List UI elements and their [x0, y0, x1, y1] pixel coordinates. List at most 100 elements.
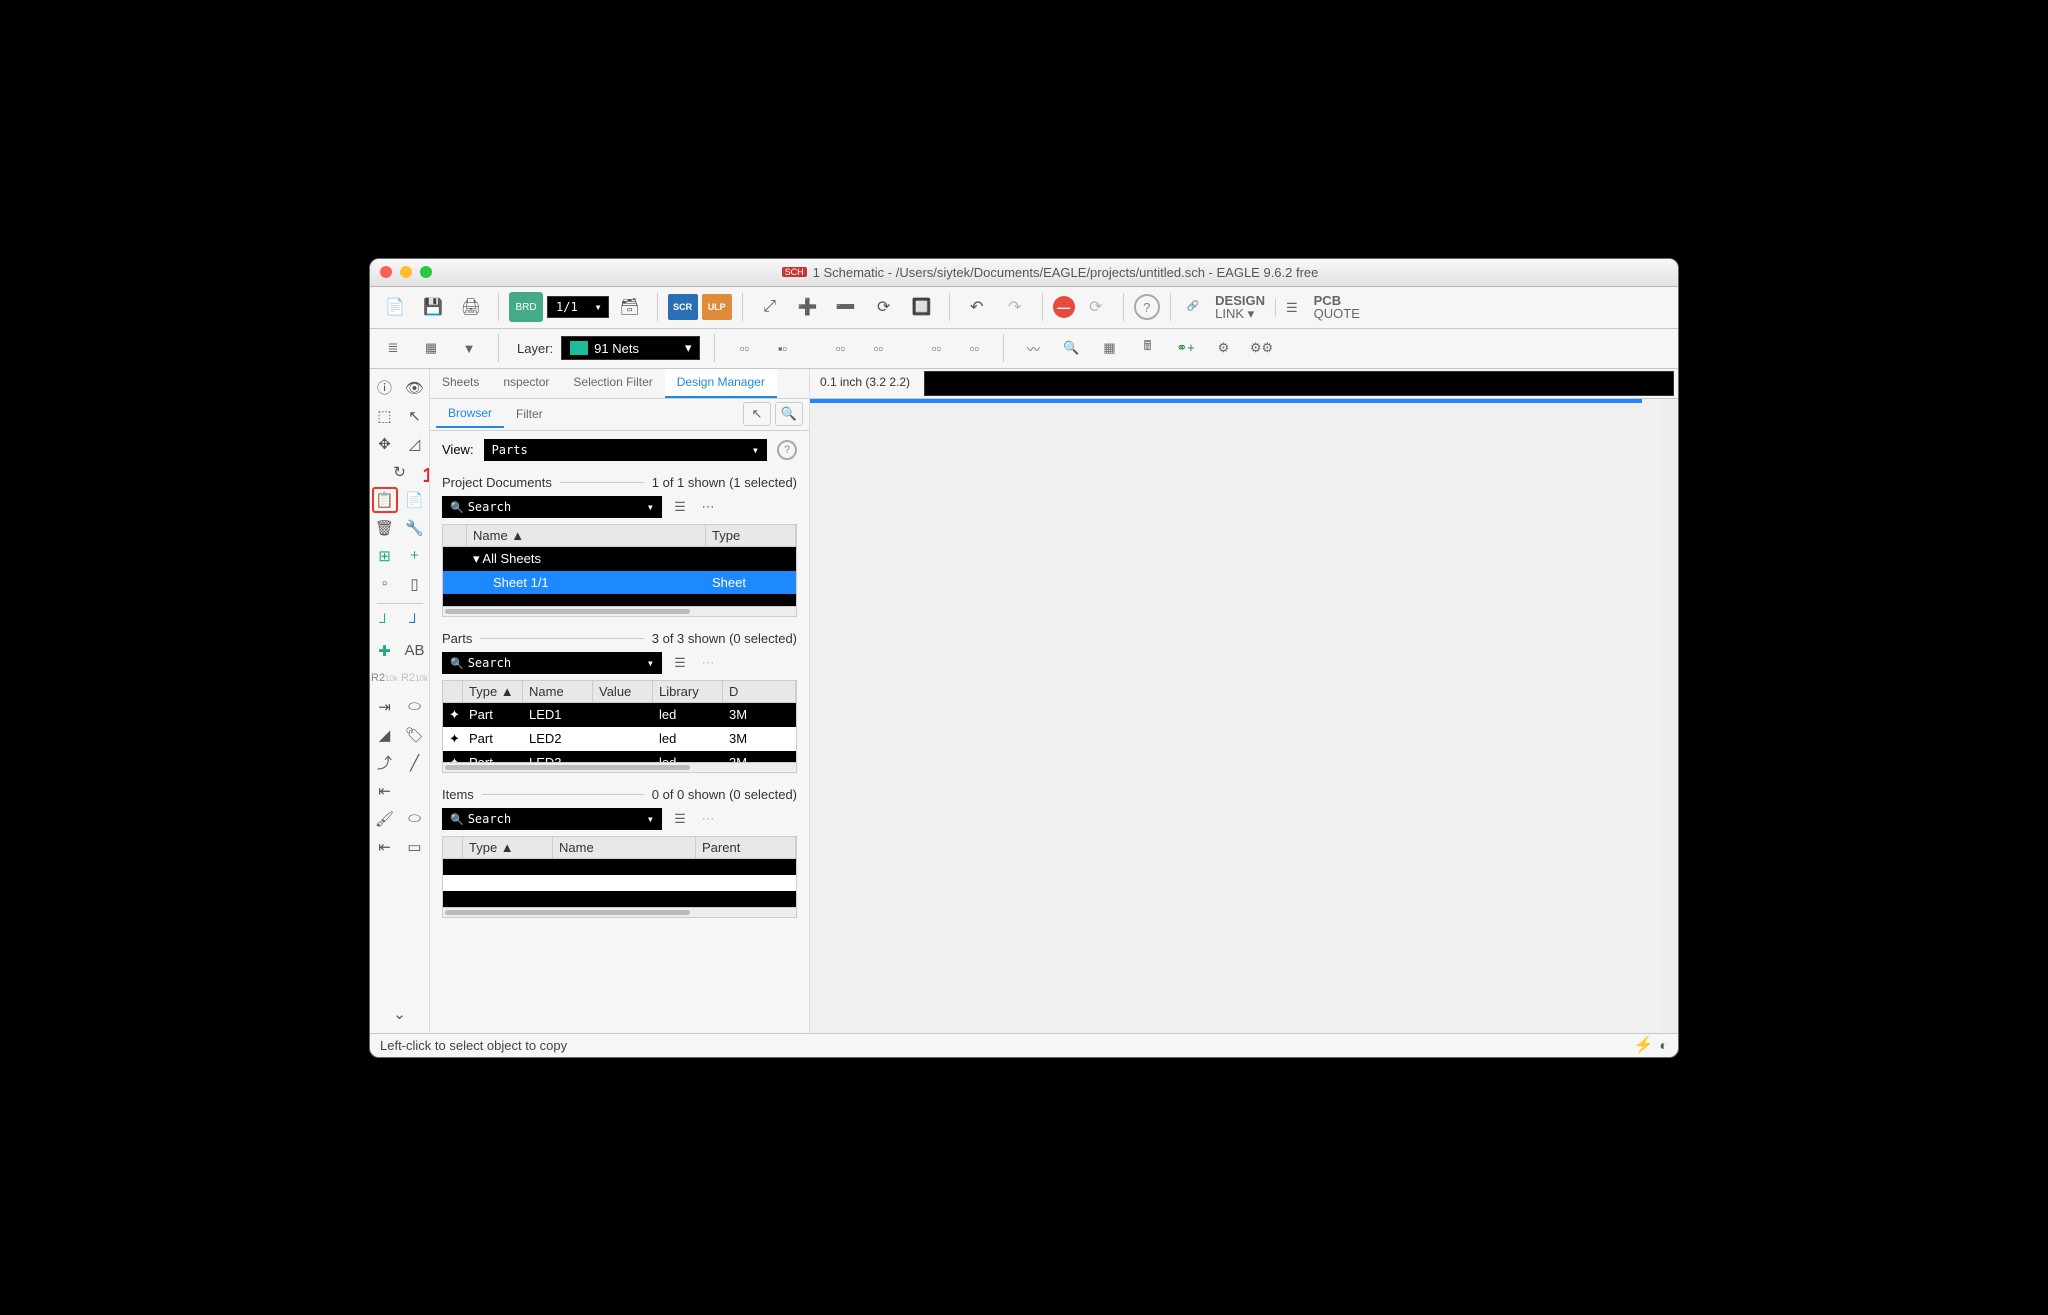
zoom-fit-button[interactable]: ⤢	[753, 292, 787, 322]
parts-more-icon[interactable]: ⋯	[698, 653, 718, 673]
status-lightning-icon[interactable]: ⚡	[1634, 1035, 1654, 1055]
rotate-tool[interactable]: ↻	[387, 459, 413, 485]
view-mode-6[interactable]: ▫▫	[959, 335, 989, 361]
items-list-icon[interactable]: ☰	[670, 809, 690, 829]
items-more-icon[interactable]: ⋯	[698, 809, 718, 829]
view-mode-5[interactable]: ▫▫	[921, 335, 951, 361]
maximize-window-icon[interactable]	[420, 266, 432, 278]
collapse-palette[interactable]: ⌄	[387, 1001, 413, 1027]
parts-list-icon[interactable]: ☰	[670, 653, 690, 673]
erc-gear1-icon[interactable]: ⚙	[1208, 335, 1238, 361]
gateswap-tool[interactable]: ▯	[402, 571, 428, 597]
close-window-icon[interactable]	[380, 266, 392, 278]
print-button[interactable]: 🖨	[454, 292, 488, 322]
items-col-parent[interactable]: Parent	[696, 837, 796, 858]
erc-search-icon[interactable]: 🔍	[1056, 335, 1086, 361]
parts-scroll[interactable]	[442, 763, 797, 773]
tab-design-manager[interactable]: Design Manager	[665, 369, 777, 398]
library-button[interactable]: 🗃	[613, 292, 647, 322]
label-tool[interactable]: AB	[402, 638, 428, 664]
subtab-browser[interactable]: Browser	[436, 400, 504, 428]
parts-col-type[interactable]: Type ▲	[463, 681, 523, 702]
tab-sheets[interactable]: Sheets	[430, 369, 491, 398]
open-button[interactable]: 📄	[378, 292, 412, 322]
erc-wave-icon[interactable]: 〰	[1018, 335, 1048, 361]
view-mode-2[interactable]: ▪▫	[767, 335, 797, 361]
zoom-select-button[interactable]: 🔲	[905, 292, 939, 322]
show-tool[interactable]: 👁	[402, 375, 428, 401]
go-button[interactable]: ⟳	[1079, 292, 1113, 322]
view-mode-3[interactable]: ▫▫	[825, 335, 855, 361]
items-col-name[interactable]: Name	[553, 837, 696, 858]
add-part-tool[interactable]: ⊞	[372, 543, 398, 569]
parts-row[interactable]: ✦PartLED1led3M	[443, 703, 796, 727]
projdocs-more-icon[interactable]: ⋯	[698, 497, 718, 517]
subtab-filter[interactable]: Filter	[504, 401, 555, 427]
info-tool[interactable]: ⓘ	[372, 375, 398, 401]
status-clock-icon[interactable]: ◐	[1660, 1037, 1668, 1053]
paste-tool[interactable]: 📄	[402, 487, 428, 513]
tab-selection-filter[interactable]: Selection Filter	[561, 369, 664, 398]
parts-col-name[interactable]: Name	[523, 681, 593, 702]
layers-icon[interactable]: ≣	[378, 335, 408, 361]
smash-tool[interactable]: ⇥	[372, 694, 398, 720]
projdocs-search[interactable]: Search	[442, 496, 662, 518]
parts-col-lib[interactable]: Library	[653, 681, 723, 702]
design-link-button[interactable]: 🔗	[1181, 300, 1205, 314]
grid-icon[interactable]: ▦	[416, 335, 446, 361]
module-tool[interactable]: ▭	[402, 834, 428, 860]
items-col-type[interactable]: Type ▲	[463, 837, 553, 858]
port-tool[interactable]: ⇤	[372, 834, 398, 860]
parts-row[interactable]: ✦PartLED3led3M	[443, 751, 796, 763]
view-help-button[interactable]: ?	[777, 440, 797, 460]
view-mode-4[interactable]: ▫▫	[863, 335, 893, 361]
undo-button[interactable]: ↶	[960, 292, 994, 322]
add-tool[interactable]: +	[402, 543, 428, 569]
split-tool[interactable]: ⤴	[372, 750, 398, 776]
line-tool[interactable]: ╱	[402, 750, 428, 776]
command-input[interactable]	[924, 371, 1674, 396]
invoke-tool[interactable]: ◢	[372, 722, 398, 748]
minimize-window-icon[interactable]	[400, 266, 412, 278]
move-tool[interactable]: ✥	[372, 431, 398, 457]
marquee-tool[interactable]: ⬚	[372, 403, 398, 429]
canvas-v-scrollbar[interactable]	[1662, 399, 1676, 1033]
zoom-mode-button[interactable]: 🔍	[775, 402, 803, 426]
help-button[interactable]: ?	[1134, 294, 1160, 320]
layer-dropdown[interactable]: 91 Nets ▾	[561, 336, 700, 360]
sheet-dropdown[interactable]: 1/1	[547, 296, 609, 318]
filter-icon[interactable]: ▼	[454, 335, 484, 361]
select-tool[interactable]: ↖	[402, 403, 428, 429]
projdocs-list-icon[interactable]: ☰	[670, 497, 690, 517]
dimension-tool[interactable]: ⇤	[372, 778, 398, 804]
redo-button[interactable]: ↷	[998, 292, 1032, 322]
paint-tool[interactable]: 🖌	[372, 806, 398, 832]
value-tool[interactable]: R210k	[402, 666, 428, 692]
tab-inspector[interactable]: nspector	[491, 369, 561, 398]
mirror-tool[interactable]: ◿	[402, 431, 428, 457]
parts-row[interactable]: ✦PartLED2led3M	[443, 727, 796, 751]
erc-gear2-icon[interactable]: ⚙⚙	[1246, 335, 1276, 361]
projdocs-col-type[interactable]: Type	[706, 525, 796, 546]
view-mode-1[interactable]: ▫▫	[729, 335, 759, 361]
pcb-quote-button[interactable]: ☰	[1275, 299, 1304, 316]
replace-tool[interactable]: ▫	[372, 571, 398, 597]
board-button[interactable]: BRD	[509, 292, 543, 322]
view-dropdown[interactable]: Parts	[484, 439, 767, 461]
junction-tool[interactable]: ✚	[372, 638, 398, 664]
projdocs-allsheets-row[interactable]: ▾ All Sheets	[443, 547, 796, 571]
pcb-quote-label[interactable]: PCBQUOTE	[1308, 292, 1366, 322]
save-button[interactable]: 💾	[416, 292, 450, 322]
erc-calc-icon[interactable]: 🖩	[1132, 335, 1162, 361]
pointer-mode-button[interactable]: ↖	[743, 402, 771, 426]
net-tool[interactable]: ┘	[372, 610, 398, 636]
projdocs-scroll[interactable]	[442, 607, 797, 617]
schematic-canvas[interactable]: LED1 + 2 LED2 +	[810, 399, 1642, 403]
erc-link-icon[interactable]: ⚭+	[1170, 335, 1200, 361]
parts-col-value[interactable]: Value	[593, 681, 653, 702]
copy-tool[interactable]: 📋	[372, 487, 398, 513]
items-search[interactable]: Search	[442, 808, 662, 830]
tag-tool[interactable]: 🏷	[402, 722, 428, 748]
scr-button[interactable]: SCR	[668, 294, 698, 320]
parts-search[interactable]: Search	[442, 652, 662, 674]
